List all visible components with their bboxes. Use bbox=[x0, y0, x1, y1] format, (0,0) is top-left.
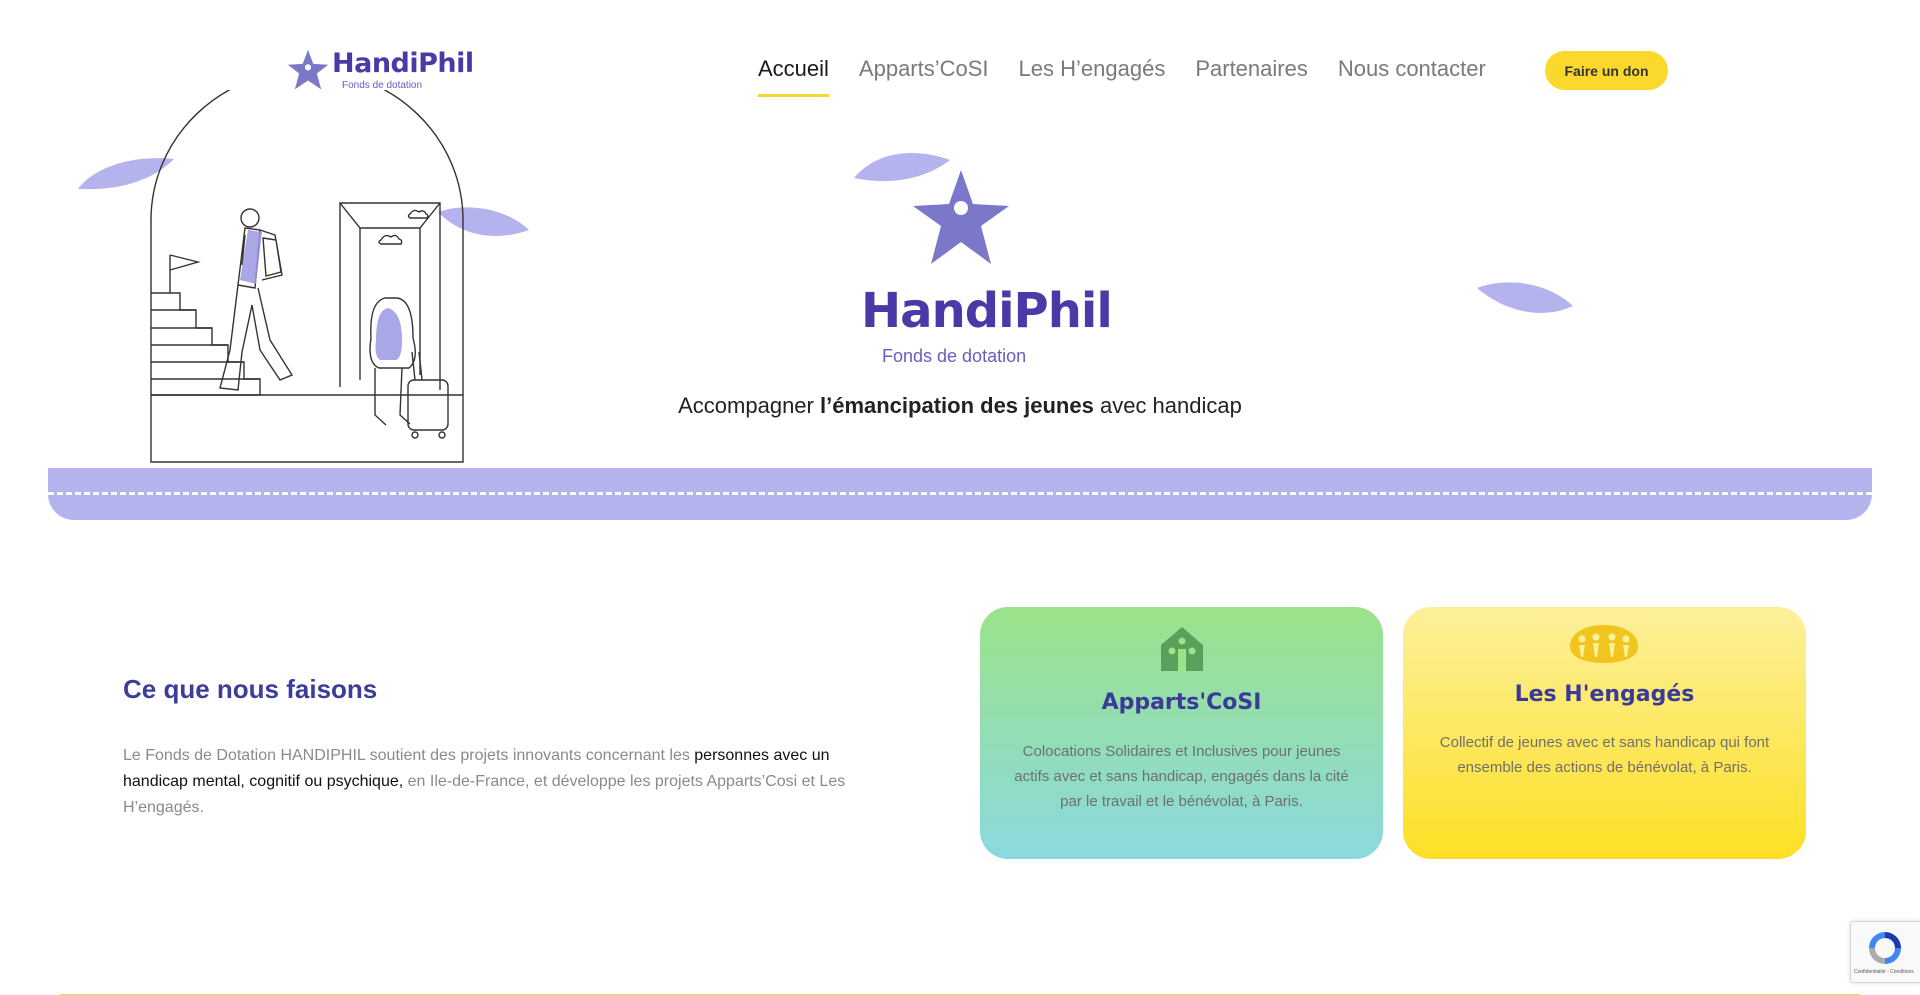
hero-logo-subtitle: Fonds de dotation bbox=[882, 346, 1027, 366]
road-banner bbox=[48, 468, 1872, 520]
road-dashed-line bbox=[48, 492, 1872, 495]
recaptcha-terms[interactable]: Confidentialité - Conditions bbox=[1854, 969, 1914, 975]
house-people-icon bbox=[1161, 627, 1203, 671]
leaf-decoration bbox=[1477, 282, 1573, 313]
card-title: Les H'engagés bbox=[1514, 682, 1695, 707]
hero-tagline: Accompagner l’émancipation des jeunes av… bbox=[678, 393, 1242, 418]
nav-item-apparts-cosi[interactable]: Apparts’CoSI bbox=[859, 56, 989, 97]
header-logo[interactable]: HandiPhil Fonds de dotation bbox=[286, 46, 474, 96]
card-description: Collectif de jeunes avec et sans handica… bbox=[1439, 734, 1770, 776]
nav-item-les-hengages[interactable]: Les H’engagés bbox=[1019, 56, 1166, 97]
recaptcha-badge[interactable]: Confidentialité - Conditions bbox=[1850, 921, 1920, 983]
group-people-icon bbox=[1570, 625, 1638, 663]
recaptcha-icon bbox=[1869, 932, 1901, 964]
card-apparts-cosi[interactable]: Apparts'CoSI Colocations Solidaires et I… bbox=[980, 607, 1383, 859]
card-title: Apparts'CoSI bbox=[1101, 690, 1262, 715]
handiphil-star-icon bbox=[287, 49, 329, 90]
nav-item-nous-contacter[interactable]: Nous contacter bbox=[1338, 56, 1486, 97]
nav-item-accueil[interactable]: Accueil bbox=[758, 56, 829, 97]
section-title: Ce que nous faisons bbox=[123, 674, 378, 704]
nav-item-partenaires[interactable]: Partenaires bbox=[1195, 56, 1308, 97]
handiphil-star-icon bbox=[913, 170, 1009, 264]
hero-logo: HandiPhil Fonds de dotation bbox=[855, 168, 1113, 373]
main-nav: Accueil Apparts’CoSI Les H’engagés Parte… bbox=[758, 56, 1486, 97]
card-description: Colocations Solidaires et Inclusives pou… bbox=[1014, 743, 1349, 810]
hero-logo-name: HandiPhil bbox=[861, 283, 1113, 339]
header-logo-name: HandiPhil bbox=[332, 48, 474, 79]
card-les-hengages[interactable]: Les H'engagés Collectif de jeunes avec e… bbox=[1403, 607, 1806, 859]
donate-button[interactable]: Faire un don bbox=[1545, 51, 1668, 90]
section-description: Le Fonds de Dotation HANDIPHIL soutient … bbox=[123, 747, 846, 816]
